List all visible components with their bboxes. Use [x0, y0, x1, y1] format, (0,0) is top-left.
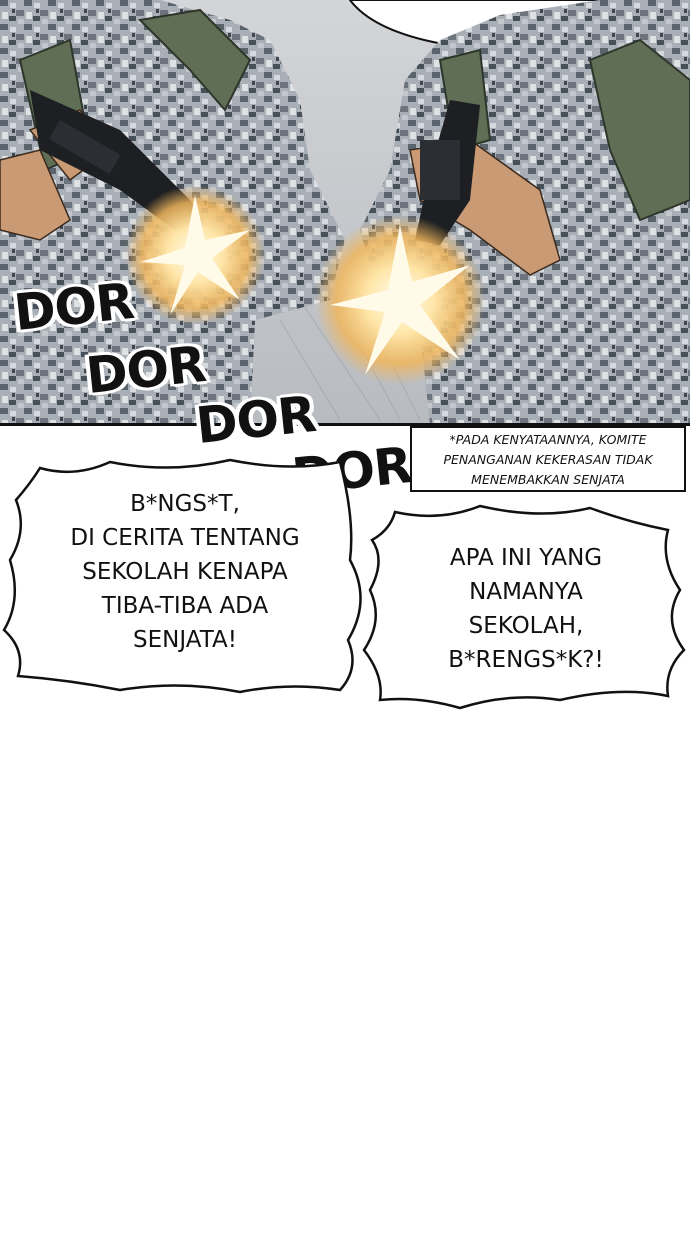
speech-line: NAMANYA — [469, 579, 583, 605]
note-line: PENANGANAN KEKERASAN TIDAK — [443, 452, 653, 467]
speech-text-right: APA INI YANG NAMANYA SEKOLAH, B*RENGS*K?… — [376, 541, 676, 677]
sound-effect: DOR — [11, 271, 137, 343]
speech-line: SEKOLAH, — [468, 613, 584, 639]
speech-text-left: B*NGS*T, DI CERITA TENTANG SEKOLAH KENAP… — [20, 487, 350, 657]
speech-line: SEKOLAH KENAPA — [82, 559, 288, 585]
speech-line: B*NGS*T, — [130, 491, 240, 517]
sound-effect: DOR — [193, 384, 319, 456]
note-line: MENEMBAKKAN SENJATA — [471, 472, 625, 487]
speech-line: APA INI YANG — [449, 545, 603, 571]
muzzle-flash-left — [125, 185, 265, 325]
note-line: *PADA KENYATAANNYA, KOMITE — [449, 432, 647, 447]
speech-line: TIBA-TIBA ADA — [101, 593, 269, 619]
translator-note: *PADA KENYATAANNYA, KOMITE PENANGANAN KE… — [410, 426, 686, 492]
sound-effect: DOR — [83, 334, 209, 406]
muzzle-flash-right — [315, 215, 485, 385]
speech-line: B*RENGS*K?! — [448, 647, 604, 673]
speech-line: DI CERITA TENTANG — [70, 525, 300, 551]
speech-line: SENJATA! — [133, 627, 237, 653]
